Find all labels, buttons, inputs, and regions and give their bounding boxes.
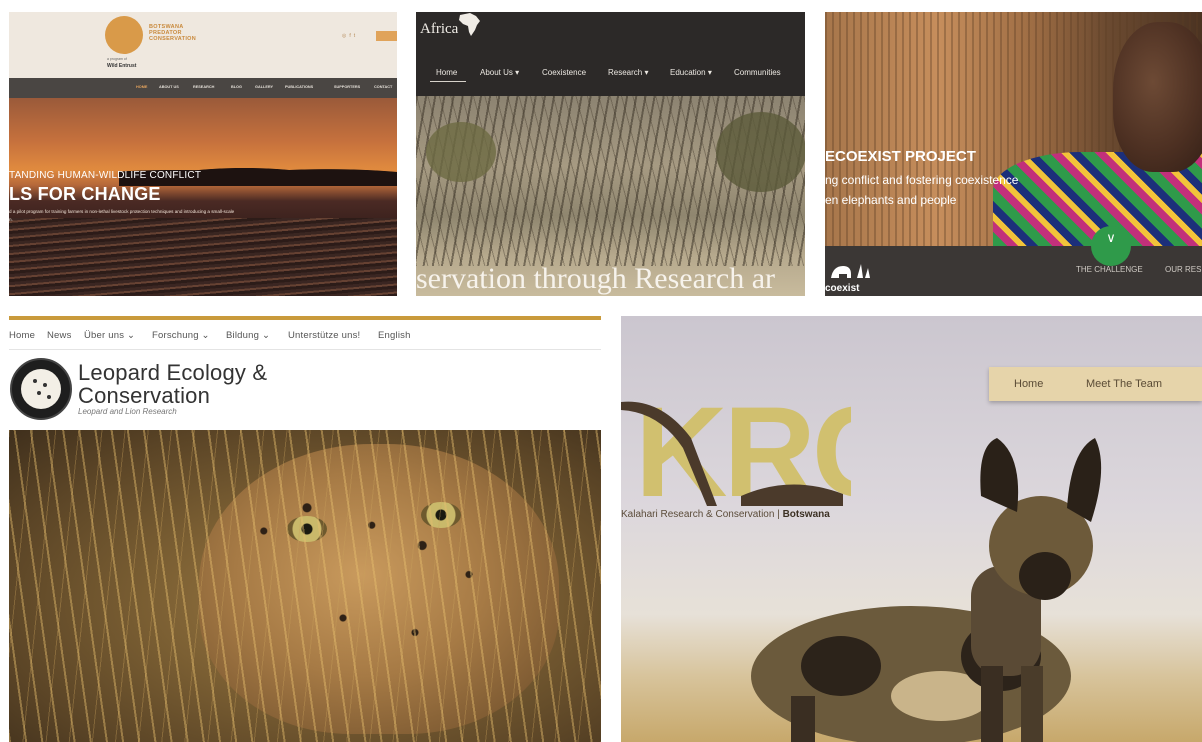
project-subtitle-line2: en elephants and people bbox=[825, 193, 957, 207]
africa-continent-icon bbox=[459, 13, 480, 36]
dog-leg bbox=[981, 666, 1003, 742]
nav-divider bbox=[9, 349, 601, 350]
nav-home[interactable]: Home bbox=[9, 330, 35, 341]
accent-top-line bbox=[9, 316, 601, 320]
dog-muzzle bbox=[1019, 552, 1071, 600]
ecoexist-website-screenshot: ECOEXIST PROJECT ng conflict and fosteri… bbox=[825, 12, 1202, 296]
nav-home[interactable]: Home bbox=[1014, 378, 1043, 390]
badge-spot bbox=[33, 379, 37, 383]
leopard-badge-logo-icon[interactable] bbox=[10, 358, 72, 420]
scroll-down-button[interactable]: ∨ bbox=[1091, 226, 1131, 266]
nav-unterstuetze-uns[interactable]: Unterstütze uns! bbox=[288, 330, 360, 341]
social-icons: ◎ft bbox=[342, 33, 358, 39]
nav-english[interactable]: English bbox=[378, 330, 411, 341]
dog-ear-left bbox=[980, 438, 1019, 512]
nav-communities[interactable]: Communities bbox=[734, 68, 781, 77]
bpc-website-screenshot: BOTSWANA PREDATOR CONSERVATION a program… bbox=[9, 12, 397, 296]
badge-spot bbox=[43, 383, 47, 387]
shrub bbox=[716, 112, 805, 192]
krc-website-screenshot: Home Meet The Team KRC Kalahari Research… bbox=[621, 316, 1202, 742]
nav-research[interactable]: Research ▾ bbox=[608, 68, 649, 77]
project-subtitle-line1: ng conflict and fostering coexistence bbox=[825, 173, 1019, 187]
nav-gallery[interactable]: GALLERY bbox=[255, 85, 273, 89]
nav-coexistence[interactable]: Coexistence bbox=[542, 68, 586, 77]
dog-leg bbox=[1021, 666, 1043, 742]
chevron-down-icon: ▾ bbox=[515, 68, 520, 77]
africa-brand[interactable]: Africa bbox=[420, 21, 458, 38]
nav-bildung[interactable]: Bildung ⌄ bbox=[226, 330, 270, 341]
shrub bbox=[426, 122, 496, 182]
hero-tagline: servation through Research ar bbox=[416, 262, 776, 295]
ecoexist-nav-bar: THE CHALLENGE OUR RES bbox=[825, 246, 1202, 296]
hero-description: d a pilot program for training farmers i… bbox=[9, 209, 235, 222]
hero-headline: LS FOR CHANGE bbox=[9, 184, 161, 204]
nav-publications[interactable]: PUBLICATIONS bbox=[285, 85, 313, 89]
twitter-icon[interactable]: t bbox=[354, 33, 358, 39]
nav-forschung[interactable]: Forschung ⌄ bbox=[152, 330, 210, 341]
dog-patch bbox=[801, 636, 881, 696]
badge-spot bbox=[37, 391, 41, 395]
bpc-logo-icon[interactable] bbox=[105, 16, 143, 54]
chevron-down-icon: ⌄ bbox=[201, 330, 210, 341]
org-name-line2: Conservation bbox=[78, 383, 211, 408]
nav-supporters[interactable]: SUPPORTERS bbox=[334, 85, 360, 89]
nav-education[interactable]: Education ▾ bbox=[670, 68, 712, 77]
nav-meet-the-team[interactable]: Meet The Team bbox=[1086, 378, 1162, 390]
bpc-nav-bar: HOME ABOUT US RESEARCH BLOG GALLERY PUBL… bbox=[9, 78, 397, 98]
nav-blog[interactable]: BLOG bbox=[231, 85, 242, 89]
org-tagline: Leopard and Lion Research bbox=[78, 407, 177, 416]
chevron-down-icon: ▾ bbox=[644, 68, 649, 77]
nav-home[interactable]: Home bbox=[436, 68, 457, 77]
chevron-down-icon: ⌄ bbox=[127, 330, 136, 341]
portrait-face bbox=[1113, 22, 1202, 172]
nav-news[interactable]: News bbox=[47, 330, 72, 341]
chevron-down-icon: ▾ bbox=[707, 68, 712, 77]
elephant-logo-icon bbox=[831, 264, 870, 278]
dog-ear-right bbox=[1067, 438, 1102, 522]
nav-the-challenge[interactable]: THE CHALLENGE bbox=[1076, 265, 1143, 274]
chevron-down-icon: ∨ bbox=[1106, 230, 1116, 245]
nav-home[interactable]: HOME bbox=[136, 85, 147, 89]
partner-name: Wild Entrust bbox=[107, 63, 137, 69]
grass-overlay bbox=[9, 430, 601, 742]
badge-spot bbox=[47, 395, 51, 399]
africa-website-screenshot: Africa Home About Us ▾ Coexistence Resea… bbox=[416, 12, 805, 296]
nav-research[interactable]: RESEARCH bbox=[193, 85, 214, 89]
nav-about-us[interactable]: ABOUT US bbox=[159, 85, 179, 89]
dog-leg bbox=[791, 696, 815, 742]
active-nav-underline bbox=[430, 81, 466, 82]
project-title: ECOEXIST PROJECT bbox=[825, 148, 976, 165]
chevron-down-icon: ⌄ bbox=[261, 330, 271, 341]
africa-header: Africa Home About Us ▾ Coexistence Resea… bbox=[416, 12, 805, 96]
bpc-logo-text: BOTSWANA PREDATOR CONSERVATION bbox=[149, 24, 196, 42]
lagoon-water bbox=[9, 218, 397, 296]
wild-dog-image bbox=[751, 438, 1102, 742]
nav-our-research[interactable]: OUR RES bbox=[1165, 265, 1201, 274]
hero-kicker: TANDING HUMAN-WILDLIFE CONFLICT bbox=[9, 170, 202, 181]
partner-caption: a program of bbox=[107, 57, 127, 61]
nav-ueber-uns[interactable]: Über uns ⌄ bbox=[84, 330, 135, 341]
krc-menu-bar: Home Meet The Team bbox=[989, 367, 1202, 401]
badge-inner bbox=[21, 369, 61, 409]
donate-button[interactable] bbox=[376, 31, 397, 41]
bpc-header: BOTSWANA PREDATOR CONSERVATION a program… bbox=[9, 12, 397, 78]
nav-about-us[interactable]: About Us ▾ bbox=[480, 68, 519, 77]
leopard-ecology-website-screenshot: Home News Über uns ⌄ Forschung ⌄ Bildung… bbox=[9, 316, 601, 742]
nav-contact[interactable]: CONTACT bbox=[374, 85, 392, 89]
ecoexist-logo-text[interactable]: coexist bbox=[825, 283, 859, 294]
